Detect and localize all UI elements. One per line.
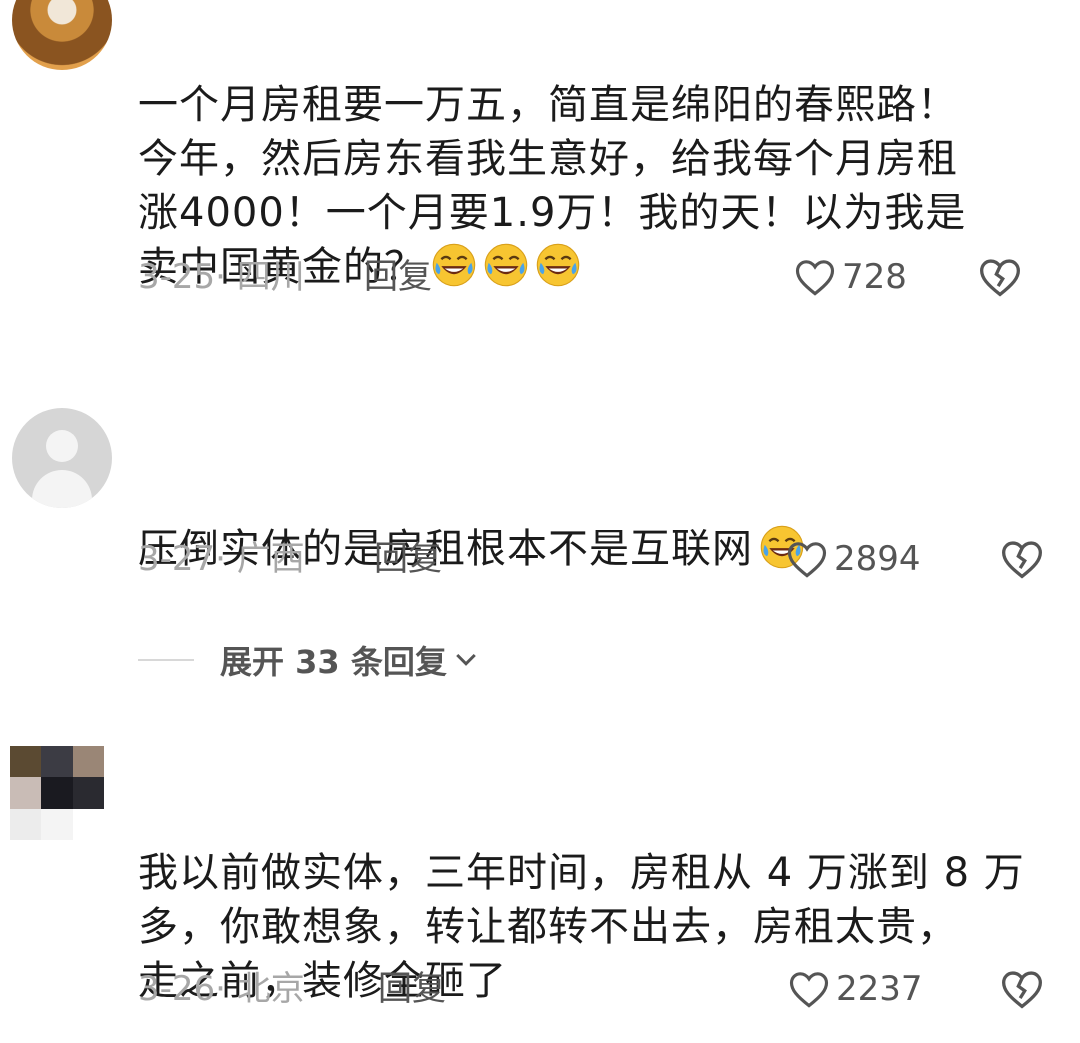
like-button[interactable]: 728 (794, 252, 907, 302)
comment-meta: 3-26· 北京 回复 2237 (138, 964, 1058, 1014)
comment-meta: 3-27· 广西 回复 2894 (138, 534, 1058, 584)
dislike-button[interactable] (1000, 968, 1044, 1019)
broken-heart-icon (1002, 971, 1042, 1009)
dislike-button[interactable] (978, 256, 1022, 307)
reply-button[interactable]: 回复 (374, 534, 442, 584)
avatar[interactable] (12, 0, 112, 70)
comment-item: 我以前做实体，三年时间，房租从 4 万涨到 8 万 多，你敢想象，转让都转不出去… (0, 740, 1080, 1030)
like-count: 728 (842, 257, 907, 297)
dislike-button[interactable] (1000, 538, 1044, 589)
like-count: 2237 (836, 969, 923, 1009)
like-button[interactable]: 2237 (788, 964, 923, 1014)
comment-item: 一个月房租要一万五，简直是绵阳的春熙路！ 今年，然后房东看我生意好，给我每个月房… (0, 0, 1080, 320)
broken-heart-icon (980, 259, 1020, 297)
broken-heart-icon (1002, 541, 1042, 579)
divider (138, 659, 194, 661)
expand-replies-button[interactable]: 展开 33 条回复 (138, 635, 481, 685)
avatar[interactable] (10, 746, 104, 840)
reply-button[interactable]: 回复 (364, 252, 432, 302)
reply-button[interactable]: 回复 (378, 964, 446, 1014)
comment-date-location: 3-26· 北京 (138, 969, 305, 1009)
comment-item: 压倒实体的是房租根本不是互联网 3-27· 广西 回复 2894 (0, 400, 1080, 600)
like-button[interactable]: 2894 (786, 534, 921, 584)
chevron-down-icon (456, 653, 476, 666)
comment-meta: 3-25· 四川 回复 728 (138, 252, 1058, 302)
heart-outline-icon (789, 972, 829, 1008)
comment-date-location: 3-27· 广西 (138, 539, 305, 579)
comment-date-location: 3-25· 四川 (138, 257, 305, 297)
heart-outline-icon (787, 542, 827, 578)
like-count: 2894 (834, 539, 921, 579)
avatar[interactable] (12, 408, 112, 508)
heart-outline-icon (795, 260, 835, 296)
